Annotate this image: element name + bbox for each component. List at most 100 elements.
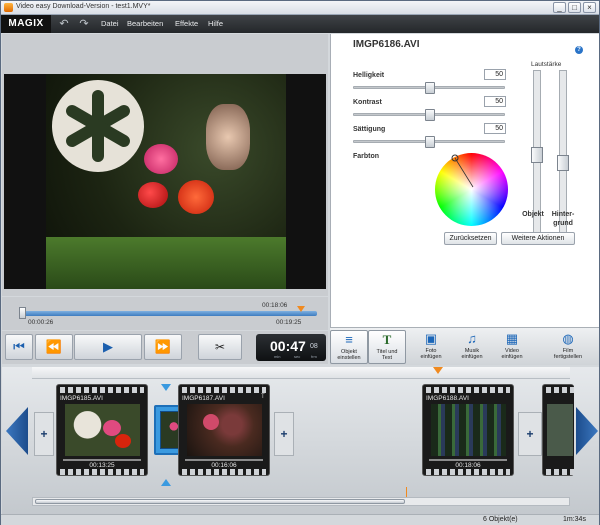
red-flower-image bbox=[178, 180, 214, 214]
volume-title: Lautstärke bbox=[531, 61, 562, 68]
hue-label: Farbton bbox=[353, 153, 380, 160]
transport-controls: ⏮ ⏪ ▶ ⏩ ✂ 00:47 08 min sec frm bbox=[2, 331, 328, 364]
properties-panel: IMGP6186.AVI ? Helligkeit 50 Kontrast 50… bbox=[330, 34, 599, 330]
menu-bearbeiten[interactable]: Bearbeiten bbox=[127, 19, 163, 28]
timeline-cursor-line bbox=[406, 487, 407, 497]
clip-4-thumbnail bbox=[547, 404, 573, 456]
help-icon[interactable]: ? bbox=[575, 46, 583, 54]
seek-area: 00:18:06 00:00:26 00:19:25 bbox=[2, 297, 328, 330]
minimize-button[interactable]: _ bbox=[553, 2, 566, 13]
maximize-button[interactable]: □ bbox=[568, 2, 581, 13]
tool-title-text[interactable]: T Titel und Text bbox=[368, 330, 406, 364]
app-icon bbox=[4, 3, 13, 12]
seek-start-time: 00:00:26 bbox=[28, 319, 54, 326]
clip-3-thumbnail bbox=[431, 404, 506, 456]
brightness-label: Helligkeit bbox=[353, 72, 385, 79]
tool-label: einfügen bbox=[420, 354, 442, 360]
video-monitor[interactable] bbox=[4, 74, 326, 289]
lcd-time: 00:47 bbox=[270, 338, 306, 354]
clip-2-name: IMGP6187.AVI bbox=[182, 395, 225, 402]
timeline-ruler[interactable] bbox=[32, 367, 570, 379]
tool-insert-video[interactable]: ▦ Video einfügen bbox=[493, 330, 531, 364]
menu-effekte[interactable]: Effekte bbox=[175, 19, 198, 28]
title-icon: T bbox=[382, 332, 392, 347]
object-count: 6 Objekt(e) bbox=[483, 516, 518, 523]
lcd-label-min: min bbox=[274, 354, 281, 359]
clip-2[interactable]: IMGP6187.AVI T 00:16:06 bbox=[178, 384, 270, 476]
clip-1[interactable]: IMGP6185.AVI 00:13:25 bbox=[56, 384, 148, 476]
video-insert-icon: ▦ bbox=[505, 331, 519, 346]
seek-handle[interactable] bbox=[19, 307, 26, 319]
fast-forward-icon[interactable]: ⏩ bbox=[144, 334, 182, 360]
tool-insert-music[interactable]: ♫ Musik einfügen bbox=[453, 330, 491, 364]
app-window: Video easy Download-Version - test1.MVY*… bbox=[0, 0, 600, 525]
scissors-icon[interactable]: ✂ bbox=[198, 334, 242, 360]
transition-marker-bottom-icon bbox=[161, 479, 171, 486]
saturation-input[interactable]: 50 bbox=[484, 123, 506, 134]
time-display: 00:47 08 min sec frm bbox=[256, 334, 326, 361]
timeline-scroll-thumb[interactable] bbox=[35, 499, 405, 504]
tool-insert-photo[interactable]: ▣ Foto einfügen bbox=[412, 330, 450, 364]
seek-playhead[interactable] bbox=[297, 306, 306, 312]
clip-1-name: IMGP6185.AVI bbox=[60, 395, 103, 402]
tool-finish-movie[interactable]: ◍ Film fertigstellen bbox=[546, 330, 590, 364]
photo-insert-icon: ▣ bbox=[424, 331, 438, 346]
close-button[interactable]: × bbox=[583, 2, 596, 13]
title-marker-icon: T bbox=[261, 394, 265, 400]
timeline-playhead[interactable] bbox=[433, 367, 443, 379]
timeline-scrollbar[interactable] bbox=[32, 497, 570, 506]
preview-area bbox=[2, 34, 328, 296]
scroll-left-arrow-icon[interactable] bbox=[6, 407, 28, 455]
ornament-image bbox=[206, 104, 250, 170]
clip-1-thumbnail bbox=[65, 404, 140, 456]
rewind-icon[interactable]: ⏪ bbox=[35, 334, 73, 360]
magix-logo: MAGIX bbox=[1, 15, 51, 33]
more-actions-button[interactable]: Weitere Aktionen bbox=[501, 232, 575, 245]
redo-icon[interactable]: ↷ bbox=[77, 17, 91, 31]
globe-icon: ◍ bbox=[562, 331, 574, 346]
contrast-thumb[interactable] bbox=[425, 109, 435, 121]
menu-datei[interactable]: Datei bbox=[101, 19, 119, 28]
background-volume-thumb[interactable] bbox=[557, 154, 569, 171]
storyboard-timeline: + IMGP6185.AVI 00:13:25 IMGP6187.AVI T 0… bbox=[2, 367, 599, 516]
reset-button[interactable]: Zurücksetzen bbox=[444, 232, 497, 245]
tool-label: einfügen bbox=[501, 354, 523, 360]
scroll-right-arrow-icon[interactable] bbox=[576, 407, 598, 455]
tool-label: einstellen bbox=[337, 355, 361, 361]
undo-icon[interactable]: ↶ bbox=[57, 17, 71, 31]
brightness-thumb[interactable] bbox=[425, 82, 435, 94]
seek-end-time: 00:19:25 bbox=[276, 319, 302, 326]
hue-picker[interactable] bbox=[435, 153, 508, 226]
add-after-button[interactable]: + bbox=[274, 412, 294, 456]
total-duration: 1m:34s bbox=[563, 516, 586, 523]
brightness-slider[interactable] bbox=[353, 82, 505, 94]
object-volume-label: Objekt bbox=[522, 211, 544, 218]
saturation-slider[interactable] bbox=[353, 136, 505, 148]
tool-adjust-object[interactable]: ≡ Objekt einstellen bbox=[330, 330, 368, 364]
object-volume-thumb[interactable] bbox=[531, 147, 543, 163]
menu-hilfe[interactable]: Hilfe bbox=[208, 19, 223, 28]
clip-3[interactable]: IMGP6188.AVI 00:18:06 bbox=[422, 384, 514, 476]
tool-label: einfügen bbox=[461, 354, 483, 360]
brightness-input[interactable]: 50 bbox=[484, 69, 506, 80]
adjust-icon: ≡ bbox=[345, 332, 353, 347]
grass-image bbox=[46, 237, 286, 289]
contrast-label: Kontrast bbox=[353, 99, 382, 106]
music-insert-icon: ♫ bbox=[467, 331, 477, 346]
play-icon[interactable]: ▶ bbox=[74, 334, 142, 360]
video-frame bbox=[46, 74, 286, 289]
contrast-input[interactable]: 50 bbox=[484, 96, 506, 107]
tool-bar: ≡ Objekt einstellen T Titel und Text ▣ Foto ei… bbox=[330, 327, 599, 365]
transition-marker-top-icon bbox=[161, 384, 171, 391]
seek-bar[interactable] bbox=[19, 306, 317, 319]
window-title: Video easy Download-Version - test1.MVY* bbox=[16, 3, 151, 10]
contrast-slider[interactable] bbox=[353, 109, 505, 121]
skip-start-icon[interactable]: ⏮ bbox=[5, 334, 33, 360]
add-end-button[interactable]: + bbox=[518, 412, 542, 456]
film-reel-image bbox=[52, 80, 144, 172]
add-before-button[interactable]: + bbox=[34, 412, 54, 456]
lcd-label-sec: sec bbox=[294, 354, 301, 359]
color-wheel[interactable] bbox=[435, 153, 508, 226]
clip-4-partial[interactable] bbox=[542, 384, 574, 476]
saturation-thumb[interactable] bbox=[425, 136, 435, 148]
